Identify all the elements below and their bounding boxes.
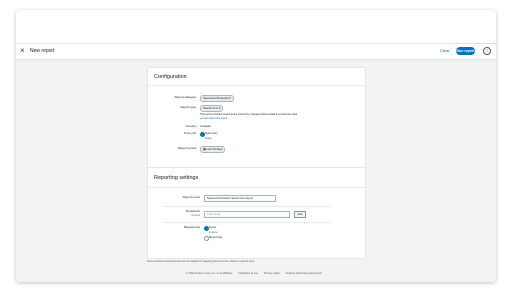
divider [148, 187, 365, 188]
divider [162, 206, 332, 207]
divider [148, 85, 365, 86]
help-icon[interactable]: ? [483, 47, 491, 55]
country-value: Canada [200, 124, 211, 128]
report-type-value: Search term [203, 106, 219, 110]
browser-top-area [16, 10, 496, 44]
learn-more-row[interactable]: ● Learn about this report [200, 116, 227, 121]
report-category-label: Report category [174, 95, 196, 99]
privacy-link[interactable]: Privacy notice [264, 272, 280, 275]
report-name-label: Report name [182, 195, 200, 199]
divider [162, 222, 332, 223]
report-period-label: Report period [177, 146, 196, 150]
repeat-recurring-label: Recurring [209, 235, 223, 239]
chevron-down-icon: ▾ [219, 106, 221, 110]
learn-more-link[interactable]: Learn about this report [202, 117, 227, 120]
agreement-link[interactable]: Amazon Advertising Agreement [286, 272, 322, 275]
app-window: × New report Clear Run report ? Configur… [16, 10, 496, 282]
report-category-value: Sponsored Products [203, 96, 229, 100]
reporting-settings-card: Reporting settings Report name Sponsored… [147, 167, 366, 259]
configuration-card: Configuration Report category Sponsored … [147, 67, 366, 169]
add-recipient-button[interactable]: Add [294, 211, 306, 218]
repeat-time-label: Repeat time [183, 225, 200, 229]
recipients-optional: optional [191, 214, 200, 217]
clear-button[interactable]: Clear [440, 47, 450, 55]
eligibility-note: Some products and keywords are not eligi… [147, 260, 255, 263]
conditions-link[interactable]: Conditions of use [238, 272, 258, 275]
report-name-input[interactable]: Sponsored Products Search term report [204, 195, 276, 202]
reporting-settings-title: Reporting settings [154, 175, 199, 181]
time-unit-daily-label[interactable]: Daily [205, 136, 212, 141]
page-header: × New report Clear Run report ? [16, 44, 496, 60]
close-icon[interactable]: × [20, 46, 25, 56]
chevron-down-icon: ▾ [229, 96, 231, 100]
copyright-text: © 2023 Amazon.com, Inc. or its affiliate… [186, 272, 233, 275]
report-category-select[interactable]: Sponsored Products ▾ [200, 95, 234, 102]
page-title: New report [30, 48, 55, 54]
report-period-select[interactable]: ▦ Last 30 days [200, 146, 226, 153]
configuration-title: Configuration [154, 74, 187, 80]
run-report-button[interactable]: Run report [456, 47, 475, 55]
report-period-value: Last 30 days [206, 147, 223, 151]
country-label: Country [185, 124, 196, 128]
time-unit-label: Time unit [183, 131, 196, 135]
recipient-email-input[interactable]: Enter email [204, 211, 290, 218]
report-type-label: Report type [180, 105, 196, 109]
report-type-select[interactable]: Search term ▾ [200, 105, 224, 112]
page-footer: © 2023 Amazon.com, Inc. or its affiliate… [186, 272, 322, 276]
